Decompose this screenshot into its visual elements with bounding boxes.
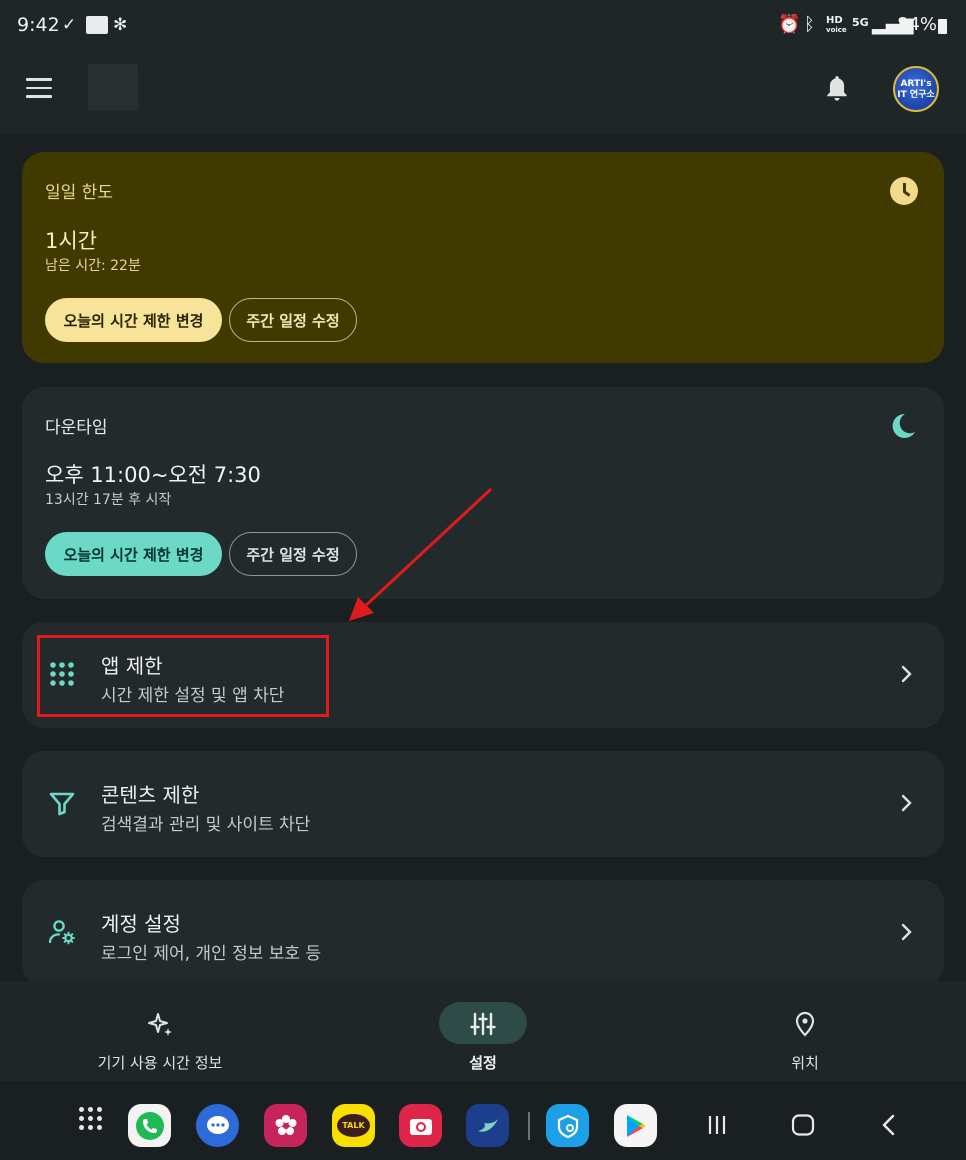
change-today-downtime-button[interactable]: 오늘의 시간 제한 변경 xyxy=(45,532,222,576)
check-circle-icon: ✓ xyxy=(62,15,77,35)
daily-limit-title: 일일 한도 xyxy=(45,183,113,203)
dock-separator xyxy=(528,1112,530,1140)
play-store-icon[interactable] xyxy=(614,1104,657,1147)
nav-settings-label: 설정 xyxy=(469,1054,497,1072)
nav-icon-container xyxy=(439,1002,527,1044)
app-limits-subtitle: 시간 제한 설정 및 앱 차단 xyxy=(101,686,285,706)
account-settings-title: 계정 설정 xyxy=(101,912,181,936)
content-restrictions-title: 콘텐츠 제한 xyxy=(101,783,200,807)
downtime-value: 오후 11:00~오전 7:30 xyxy=(45,463,261,487)
app-limits-row[interactable]: 앱 제한 시간 제한 설정 및 앱 차단 xyxy=(22,622,944,728)
downtime-subtitle: 13시간 17분 후 시작 xyxy=(45,492,172,508)
account-settings-icon xyxy=(48,920,75,945)
app-dock: TALK xyxy=(0,1081,966,1160)
edit-weekly-schedule-button[interactable]: 주간 일정 수정 xyxy=(229,298,357,342)
camera-app-icon[interactable] xyxy=(399,1104,442,1147)
daily-limit-card: 일일 한도 1시간 남은 시간: 22분 오늘의 시간 제한 변경 주간 일정 … xyxy=(22,152,944,363)
fan-icon: ✻ xyxy=(113,15,128,35)
nav-location[interactable]: 위치 xyxy=(655,981,955,1081)
top-app-bar: ARTI's IT 연구소 xyxy=(0,52,966,134)
clock-icon xyxy=(890,177,918,205)
status-bar: 9:42 ✓ ✻ ⏰ ᛒ HD voice 5G ▂▄▆ 84% xyxy=(0,0,966,52)
sparkle-icon xyxy=(148,1013,172,1036)
chevron-right-icon xyxy=(901,665,912,683)
nav-icon-container xyxy=(761,1002,849,1044)
nav-location-label: 위치 xyxy=(791,1054,819,1072)
avatar[interactable]: ARTI's IT 연구소 xyxy=(893,66,939,112)
account-settings-subtitle: 로그인 제어, 개인 정보 보호 등 xyxy=(101,944,322,964)
app-drawer-icon[interactable] xyxy=(79,1107,103,1131)
network-type: 5G xyxy=(852,16,869,29)
phone-app-icon[interactable] xyxy=(128,1104,171,1147)
home-button-icon[interactable] xyxy=(791,1114,815,1136)
change-today-limit-button[interactable]: 오늘의 시간 제한 변경 xyxy=(45,298,222,342)
messages-app-icon[interactable] xyxy=(196,1104,239,1147)
menu-icon[interactable] xyxy=(26,78,52,98)
nav-settings[interactable]: 설정 xyxy=(333,981,633,1081)
chevron-right-icon xyxy=(901,923,912,941)
app-limits-title: 앱 제한 xyxy=(101,654,163,678)
content-restrictions-row[interactable]: 콘텐츠 제한 검색결과 관리 및 사이트 차단 xyxy=(22,751,944,857)
bottom-navigation: 기기 사용 시간 정보 설정 위치 xyxy=(0,981,966,1081)
kakaotalk-app-icon[interactable]: TALK xyxy=(332,1104,375,1147)
location-pin-icon xyxy=(795,1011,815,1037)
bird-app-icon[interactable] xyxy=(466,1104,509,1147)
back-button-icon[interactable] xyxy=(880,1114,898,1136)
recents-button-icon[interactable] xyxy=(706,1114,728,1136)
bell-icon[interactable] xyxy=(824,74,850,104)
apps-grid-icon xyxy=(50,662,74,686)
tune-icon xyxy=(470,1012,496,1036)
hd-voice-icon: HD voice xyxy=(826,15,847,35)
moon-icon xyxy=(892,413,915,438)
battery-icon xyxy=(938,19,947,34)
account-settings-row[interactable]: 계정 설정 로그인 제어, 개인 정보 보호 등 xyxy=(22,880,944,986)
daily-limit-remaining: 남은 시간: 22분 xyxy=(45,258,141,274)
chevron-right-icon xyxy=(901,794,912,812)
red-arrow-icon xyxy=(349,488,492,621)
nav-device-usage[interactable]: 기기 사용 시간 정보 xyxy=(10,981,310,1081)
daily-limit-value: 1시간 xyxy=(45,229,98,253)
edit-downtime-schedule-button[interactable]: 주간 일정 수정 xyxy=(229,532,357,576)
status-time: 9:42 xyxy=(17,14,60,36)
app-notification-icon xyxy=(86,16,108,34)
battery-text: 84% xyxy=(897,14,938,35)
content-restrictions-subtitle: 검색결과 관리 및 사이트 차단 xyxy=(101,815,311,835)
nav-device-usage-label: 기기 사용 시간 정보 xyxy=(97,1054,223,1072)
filter-icon xyxy=(49,792,75,816)
redacted-title xyxy=(88,64,138,110)
nav-icon-container xyxy=(116,1002,204,1044)
gallery-app-icon[interactable] xyxy=(264,1104,307,1147)
alarm-icon: ⏰ xyxy=(778,14,801,35)
downtime-title: 다운타임 xyxy=(45,418,108,438)
shield-app-icon[interactable] xyxy=(546,1104,589,1147)
bluetooth-icon: ᛒ xyxy=(804,14,815,35)
